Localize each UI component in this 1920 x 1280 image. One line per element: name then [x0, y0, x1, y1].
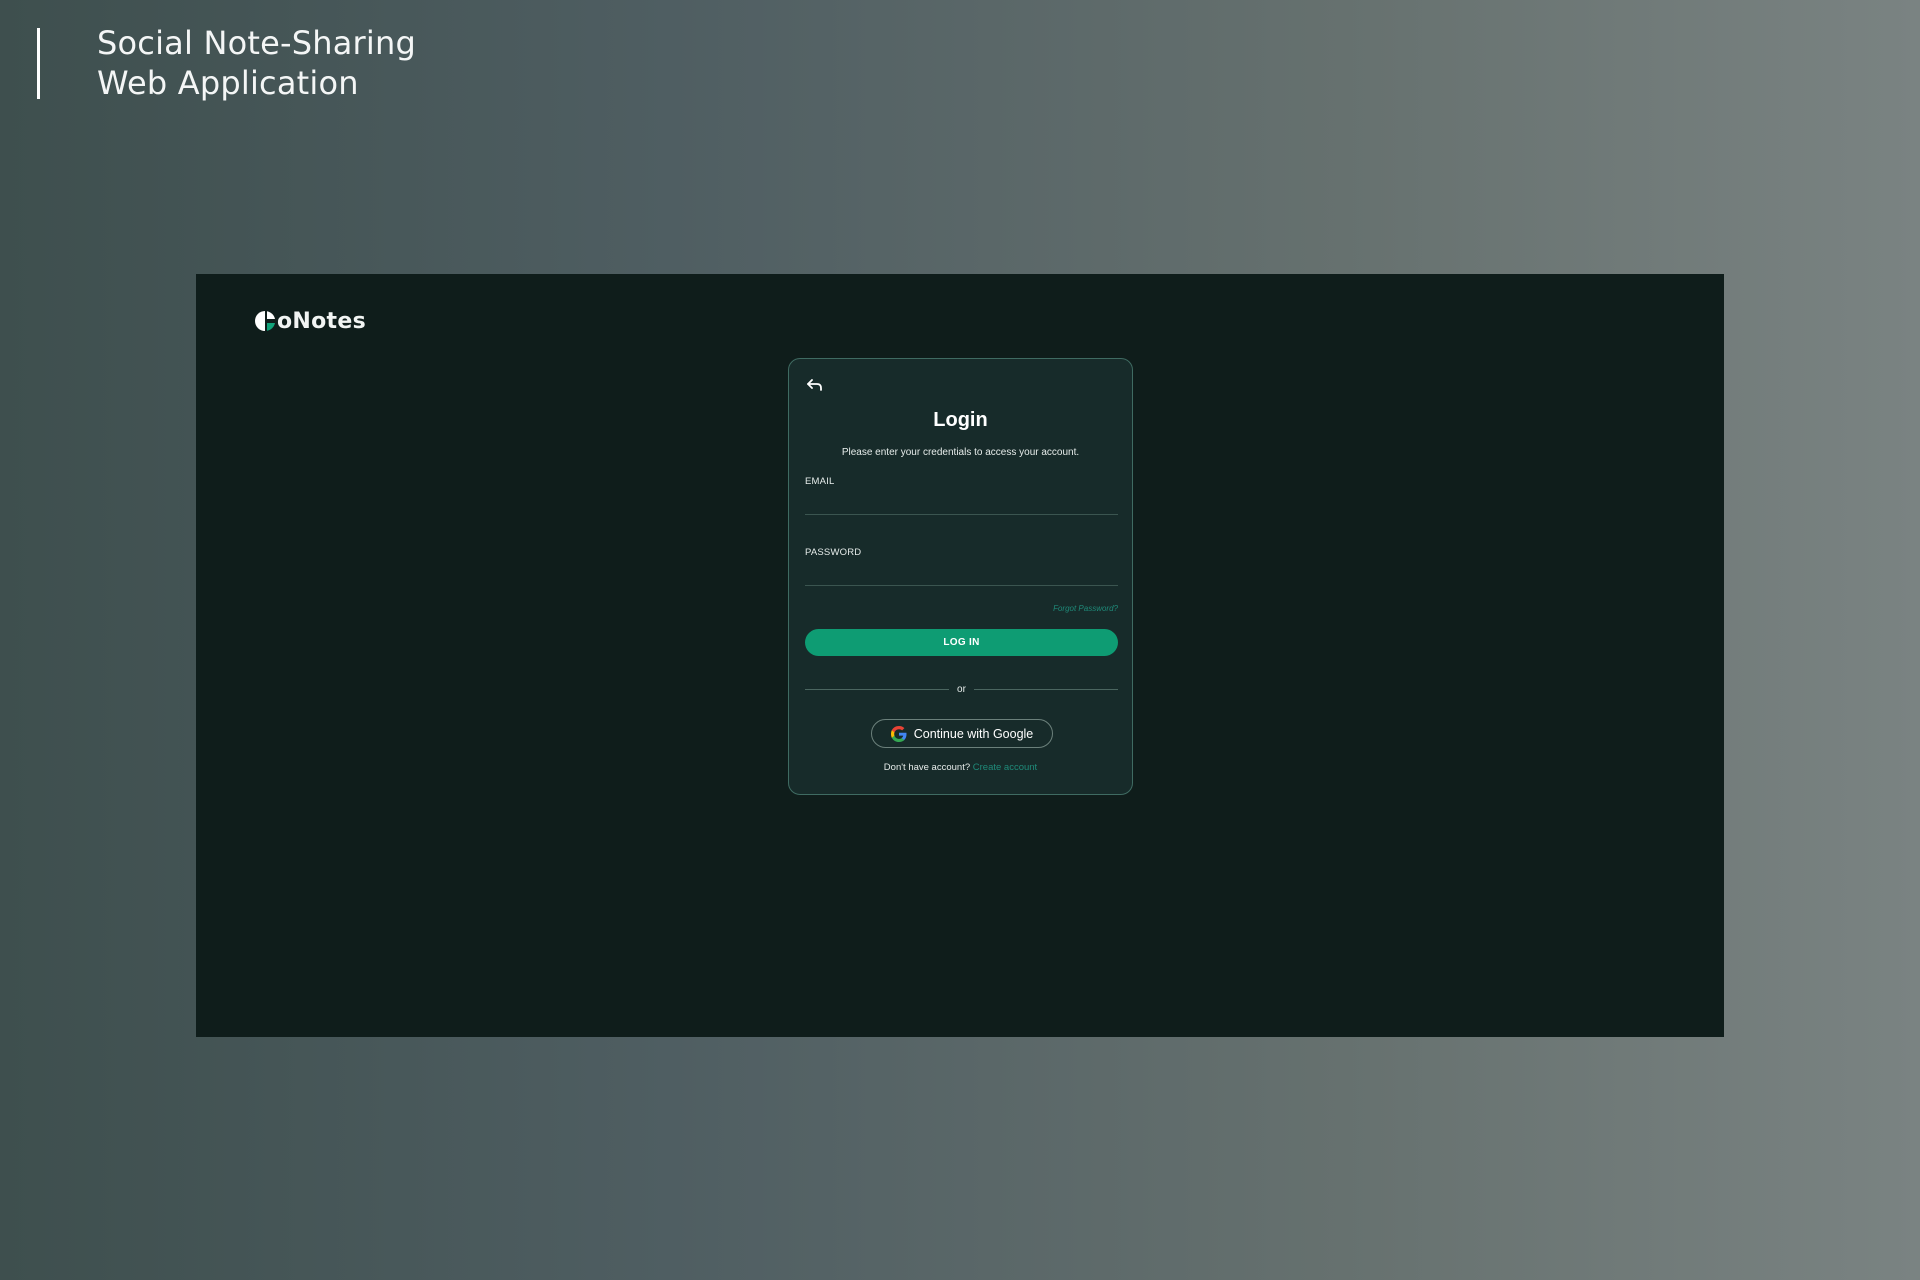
divider-text: or	[957, 683, 966, 695]
half-circle-logo-icon	[255, 311, 275, 331]
create-account-link[interactable]: Create account	[973, 762, 1037, 773]
email-field[interactable]	[805, 494, 1118, 515]
login-button[interactable]: LOG IN	[805, 629, 1118, 656]
divider-line-right	[973, 688, 1118, 690]
project-header: Social Note-Sharing Web Application	[37, 24, 416, 102]
back-arrow-icon[interactable]	[806, 377, 824, 393]
or-divider: or	[805, 683, 1118, 695]
password-label: PASSWORD	[805, 547, 862, 558]
google-icon	[890, 725, 907, 742]
project-title-line-2: Web Application	[97, 64, 359, 102]
project-title-line-1: Social Note-Sharing	[97, 24, 416, 62]
login-subtitle: Please enter your credentials to access …	[841, 447, 1080, 458]
google-button-label: Continue with Google	[913, 726, 1034, 741]
login-title: Login	[933, 409, 988, 431]
signup-prompt: Don't have account?	[883, 762, 971, 773]
app-screenshot-frame: oNotes Login Please enter your credentia…	[196, 274, 1724, 1037]
logo-text: oNotes	[277, 308, 366, 334]
signup-row: Don't have account? Create account	[789, 762, 1132, 773]
login-card: Login Please enter your credentials to a…	[788, 358, 1133, 795]
continue-with-google-button[interactable]: Continue with Google	[871, 719, 1053, 748]
header-accent-bar	[37, 28, 40, 99]
forgot-password-link[interactable]: Forgot Password?	[1053, 604, 1118, 613]
app-logo[interactable]: oNotes	[254, 306, 366, 336]
project-title: Social Note-Sharing Web Application	[97, 23, 517, 103]
divider-line-left	[805, 688, 950, 690]
password-field[interactable]	[805, 565, 1118, 586]
email-label: EMAIL	[805, 476, 835, 487]
